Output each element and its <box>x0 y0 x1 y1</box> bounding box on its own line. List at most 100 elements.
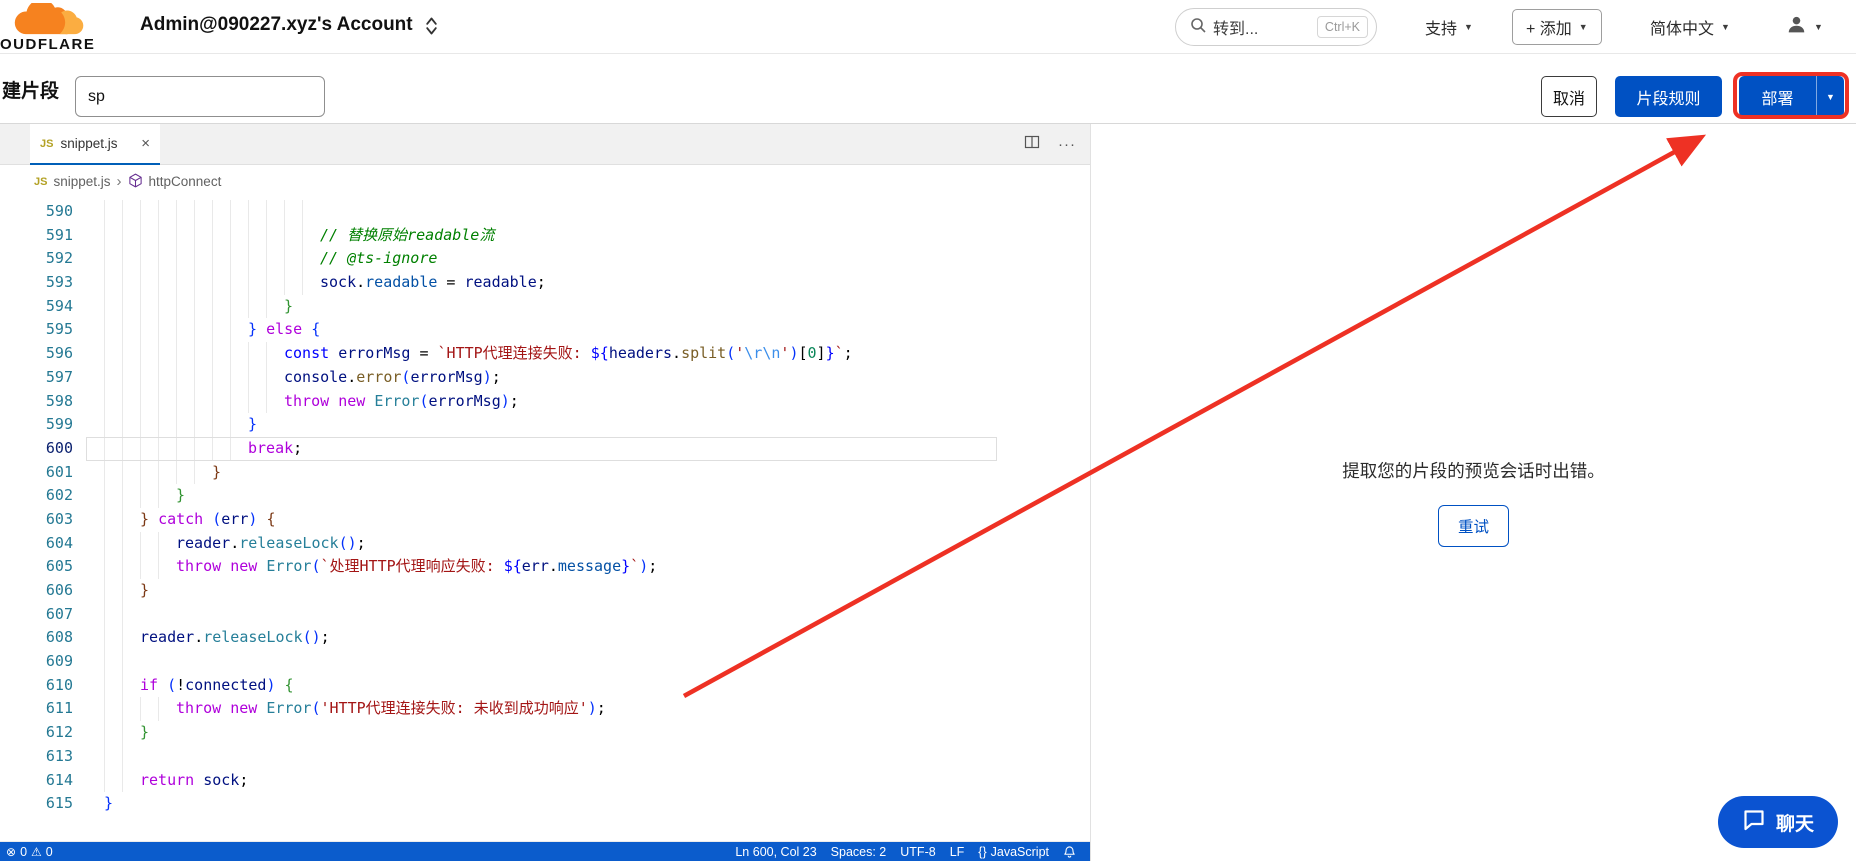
problems-indicator[interactable]: ⊗ 0 ⚠ 0 <box>6 845 53 859</box>
code-line-593[interactable]: 593sock.readable = readable; <box>0 271 1090 295</box>
line-number[interactable]: 600 <box>0 437 73 461</box>
user-menu[interactable]: ▼ <box>1786 0 1823 54</box>
line-number[interactable]: 595 <box>0 318 73 342</box>
code-line-606[interactable]: 606} <box>0 579 1090 603</box>
line-number[interactable]: 606 <box>0 579 73 603</box>
cloudflare-cloud-icon <box>6 3 102 37</box>
line-number[interactable]: 615 <box>0 792 73 816</box>
search-shortcut-badge: Ctrl+K <box>1317 16 1368 38</box>
tab-snippet-js[interactable]: JS snippet.js × <box>30 124 160 165</box>
code-line-602[interactable]: 602} <box>0 484 1090 508</box>
retry-button[interactable]: 重试 <box>1438 505 1509 547</box>
warnings-count: 0 <box>46 845 53 859</box>
code-line-595[interactable]: 595} else { <box>0 318 1090 342</box>
code-line-603[interactable]: 603} catch (err) { <box>0 508 1090 532</box>
indent-guides <box>104 626 140 650</box>
code-line-604[interactable]: 604reader.releaseLock(); <box>0 532 1090 556</box>
line-number[interactable]: 613 <box>0 745 73 769</box>
code-line-612[interactable]: 612} <box>0 721 1090 745</box>
language-menu[interactable]: 简体中文 ▼ <box>1650 0 1730 54</box>
line-content: return sock; <box>104 769 248 793</box>
support-menu[interactable]: 支持 ▼ <box>1425 0 1473 54</box>
line-number[interactable]: 592 <box>0 247 73 271</box>
snippet-name-input[interactable] <box>75 76 325 117</box>
line-number[interactable]: 612 <box>0 721 73 745</box>
line-number[interactable]: 597 <box>0 366 73 390</box>
line-number[interactable]: 598 <box>0 390 73 414</box>
indent-guides <box>104 271 320 295</box>
code-line-590[interactable]: 590 <box>0 200 1090 224</box>
add-menu-button[interactable]: + 添加 ▼ <box>1512 9 1602 45</box>
code-line-605[interactable]: 605 throw new Error(`处理HTTP代理响应失败: ${err.… <box>0 555 1090 579</box>
line-number[interactable]: 596 <box>0 342 73 366</box>
code-line-609[interactable]: 609 <box>0 650 1090 674</box>
line-number[interactable]: 593 <box>0 271 73 295</box>
javascript-file-icon: JS <box>34 176 47 188</box>
deploy-split-button[interactable]: 部署 ▼ <box>1739 76 1844 117</box>
chevron-down-icon: ▼ <box>1721 22 1730 32</box>
top-header: OUDFLARE Admin@090227.xyz's Account 转到..… <box>0 0 1856 54</box>
code-line-613[interactable]: 613 <box>0 745 1090 769</box>
code-line-592[interactable]: 592// @ts-ignore <box>0 247 1090 271</box>
line-number[interactable]: 601 <box>0 461 73 485</box>
encoding-setting[interactable]: UTF-8 <box>900 845 935 859</box>
code-line-600[interactable]: 600break; <box>0 437 1090 461</box>
more-actions-icon[interactable]: ··· <box>1058 136 1076 153</box>
deploy-button[interactable]: 部署 <box>1739 85 1816 109</box>
code-line-597[interactable]: 597console.error(errorMsg); <box>0 366 1090 390</box>
code-line-594[interactable]: 594} <box>0 295 1090 319</box>
breadcrumb-symbol[interactable]: httpConnect <box>149 174 222 189</box>
code-line-601[interactable]: 601} <box>0 461 1090 485</box>
line-number[interactable]: 590 <box>0 200 73 224</box>
line-number[interactable]: 594 <box>0 295 73 319</box>
close-icon[interactable]: × <box>141 135 150 152</box>
code-area[interactable]: 590591// 替换原始readable流592// @ts-ignore59… <box>0 198 1090 842</box>
line-number[interactable]: 607 <box>0 603 73 627</box>
indentation-setting[interactable]: Spaces: 2 <box>831 845 887 859</box>
code-line-591[interactable]: 591// 替换原始readable流 <box>0 224 1090 248</box>
line-number[interactable]: 604 <box>0 532 73 556</box>
eol-setting[interactable]: LF <box>950 845 965 859</box>
code-line-611[interactable]: 611throw new Error('HTTP代理连接失败: 未收到成功响应'… <box>0 697 1090 721</box>
cloudflare-logo[interactable]: OUDFLARE <box>0 2 110 54</box>
split-editor-icon[interactable] <box>1024 134 1040 155</box>
code-line-608[interactable]: 608 reader.releaseLock(); <box>0 626 1090 650</box>
line-number[interactable]: 591 <box>0 224 73 248</box>
line-number[interactable]: 610 <box>0 674 73 698</box>
indent-guides <box>104 200 320 224</box>
line-content: } <box>104 461 221 485</box>
deploy-dropdown-toggle[interactable]: ▼ <box>1816 76 1844 117</box>
code-line-607[interactable]: 607 <box>0 603 1090 627</box>
account-switcher-icon[interactable] <box>424 15 439 42</box>
line-content: throw new Error(`处理HTTP代理响应失败: ${err.mes… <box>104 555 657 579</box>
line-number[interactable]: 609 <box>0 650 73 674</box>
warnings-icon: ⚠ <box>31 845 42 859</box>
braces-icon: {} <box>978 845 986 859</box>
code-line-598[interactable]: 598throw new Error(errorMsg); <box>0 390 1090 414</box>
line-number[interactable]: 611 <box>0 697 73 721</box>
code-line-615[interactable]: 615} <box>0 792 1090 816</box>
line-content: reader.releaseLock(); <box>104 626 330 650</box>
cursor-position[interactable]: Ln 600, Col 23 <box>735 845 816 859</box>
indent-guides <box>104 721 140 745</box>
code-line-610[interactable]: 610if (!connected) { <box>0 674 1090 698</box>
language-mode[interactable]: {} JavaScript <box>978 845 1049 859</box>
chat-button[interactable]: 聊天 <box>1718 796 1838 848</box>
line-content: } <box>104 721 149 745</box>
line-number[interactable]: 599 <box>0 413 73 437</box>
breadcrumb-file[interactable]: snippet.js <box>53 174 110 189</box>
line-number[interactable]: 614 <box>0 769 73 793</box>
snippet-rules-button[interactable]: 片段规则 <box>1615 76 1722 117</box>
line-number[interactable]: 608 <box>0 626 73 650</box>
code-line-596[interactable]: 596const errorMsg = `HTTP代理连接失败: ${heade… <box>0 342 1090 366</box>
code-line-614[interactable]: 614 return sock; <box>0 769 1090 793</box>
global-search[interactable]: 转到... Ctrl+K <box>1175 8 1377 46</box>
code-line-599[interactable]: 599} <box>0 413 1090 437</box>
line-number[interactable]: 603 <box>0 508 73 532</box>
indent-guides <box>104 224 320 248</box>
notifications-bell-icon[interactable] <box>1063 845 1076 859</box>
line-number[interactable]: 602 <box>0 484 73 508</box>
line-content: } <box>104 579 149 603</box>
cancel-button[interactable]: 取消 <box>1541 76 1597 117</box>
line-number[interactable]: 605 <box>0 555 73 579</box>
